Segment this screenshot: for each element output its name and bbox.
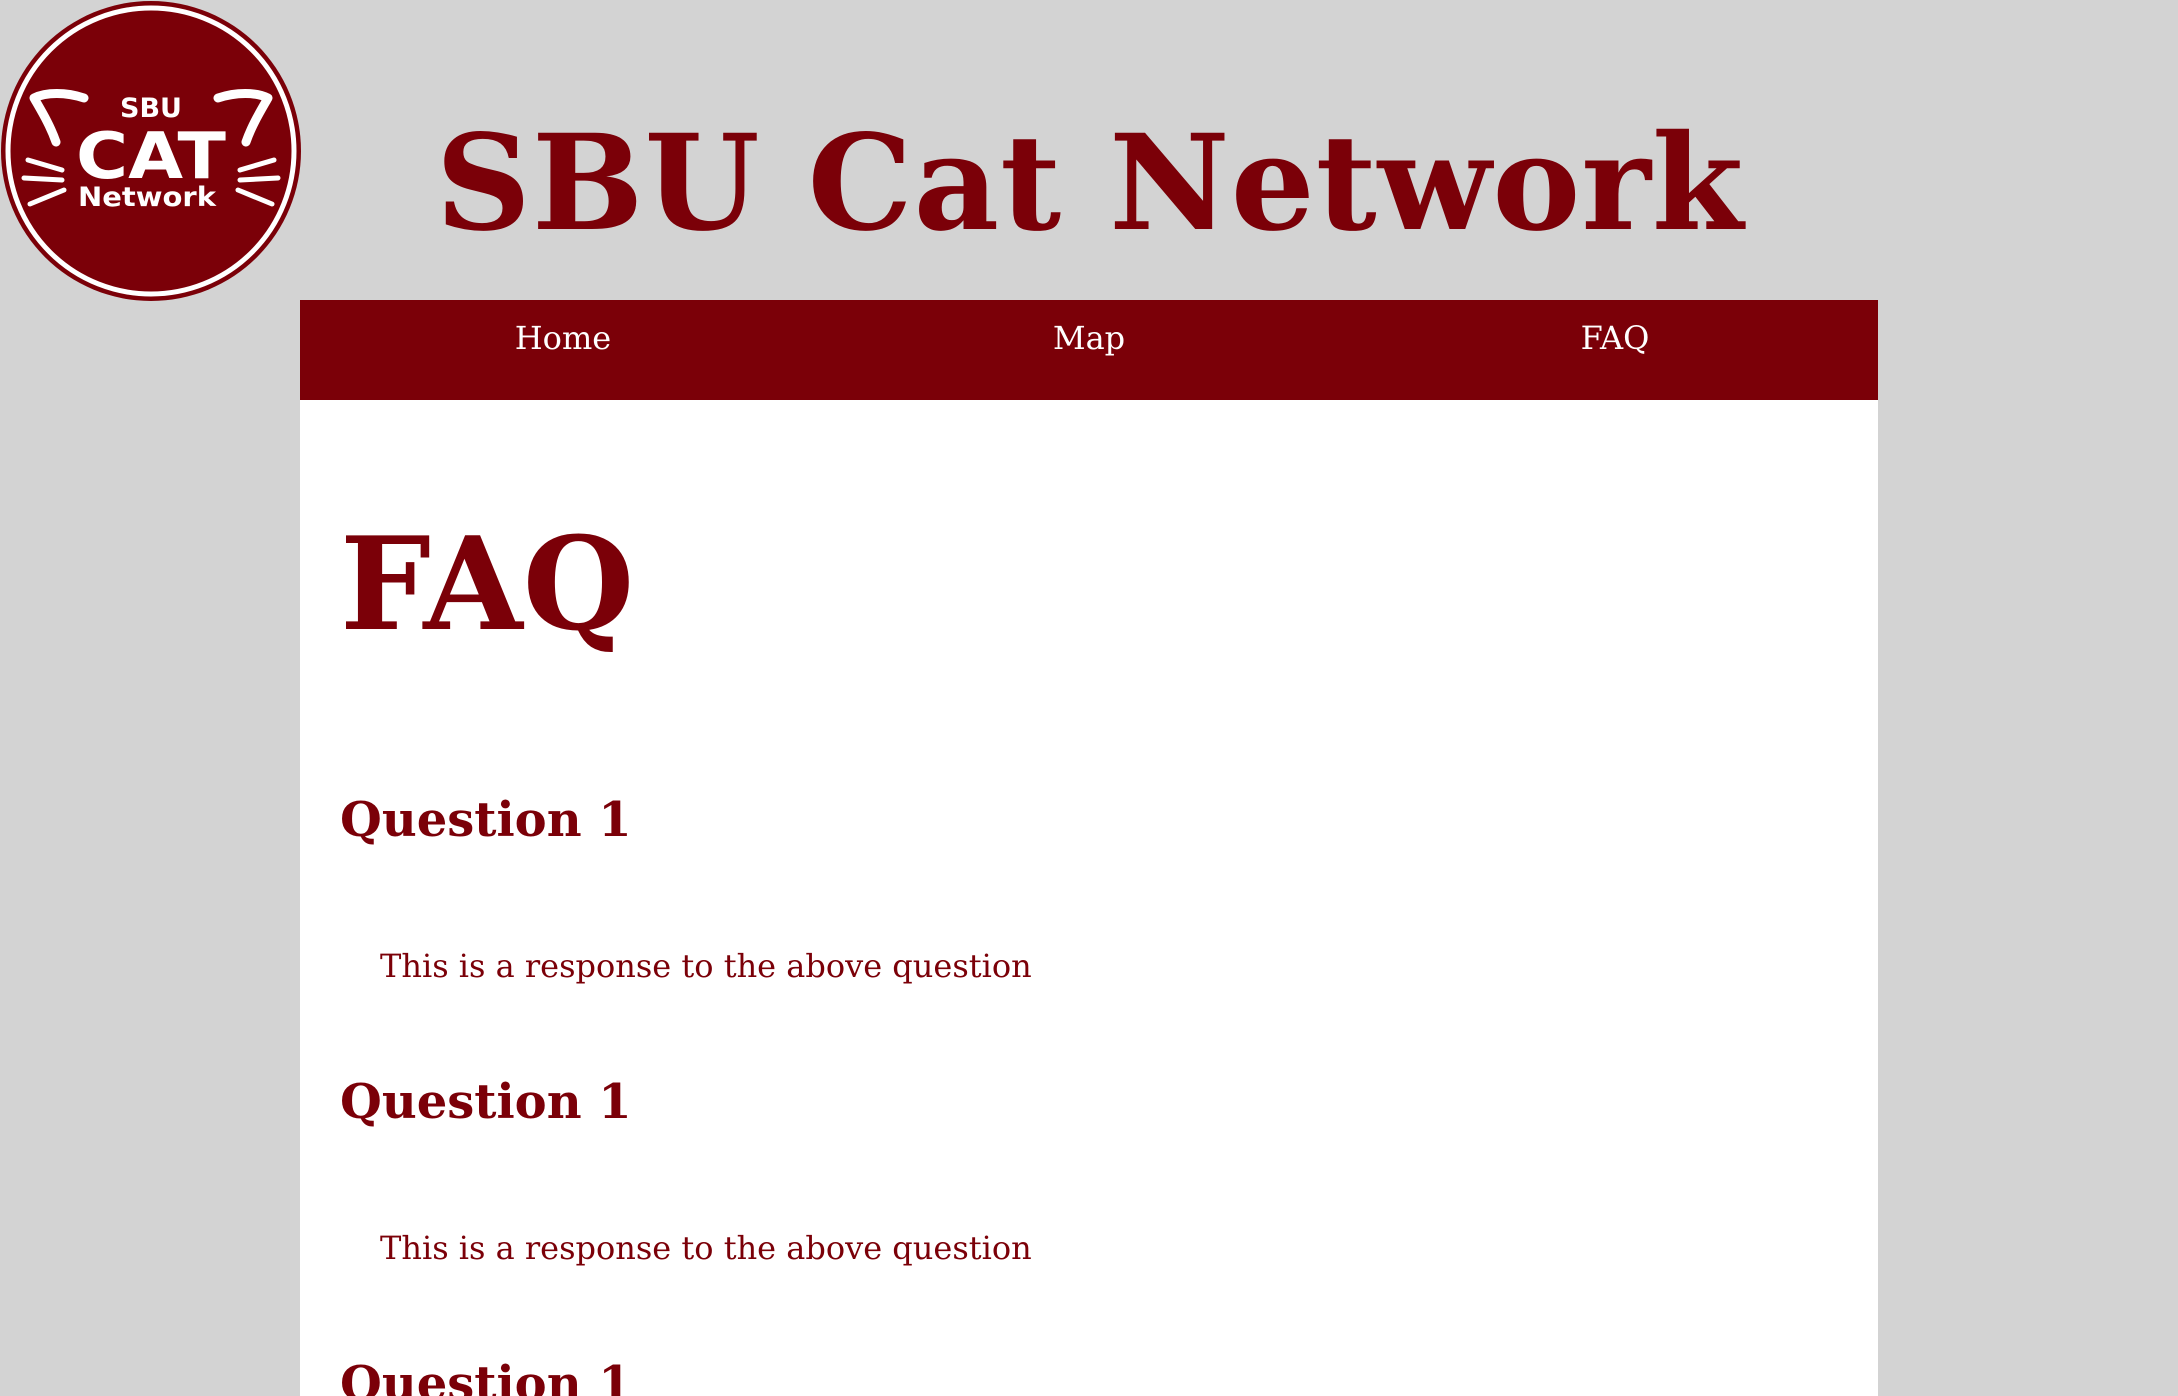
main-content: FAQ Question 1 This is a response to the… bbox=[300, 400, 1878, 1396]
nav-link-faq[interactable]: FAQ bbox=[1352, 300, 1878, 400]
site-logo[interactable]: SBU CAT Network bbox=[0, 0, 302, 302]
faq-answer: This is a response to the above question bbox=[380, 947, 1032, 985]
faq-question: Question 1 bbox=[340, 1356, 632, 1396]
site-title: SBU Cat Network bbox=[435, 106, 1745, 261]
main-navbar: Home Map FAQ bbox=[300, 300, 1878, 400]
logo-text-network: Network bbox=[78, 182, 217, 213]
page-heading: FAQ bbox=[340, 510, 635, 660]
faq-item: Question 1 This is a response to the abo… bbox=[340, 1072, 1032, 1268]
faq-question: Question 1 bbox=[340, 1074, 632, 1130]
nav-link-home[interactable]: Home bbox=[300, 300, 826, 400]
faq-answer: This is a response to the above question bbox=[380, 1229, 1032, 1267]
faq-item: Question 1 This is a response to the abo… bbox=[340, 790, 1032, 986]
faq-question: Question 1 bbox=[340, 792, 632, 848]
faq-item: Question 1 bbox=[340, 1354, 632, 1396]
nav-link-map[interactable]: Map bbox=[826, 300, 1352, 400]
